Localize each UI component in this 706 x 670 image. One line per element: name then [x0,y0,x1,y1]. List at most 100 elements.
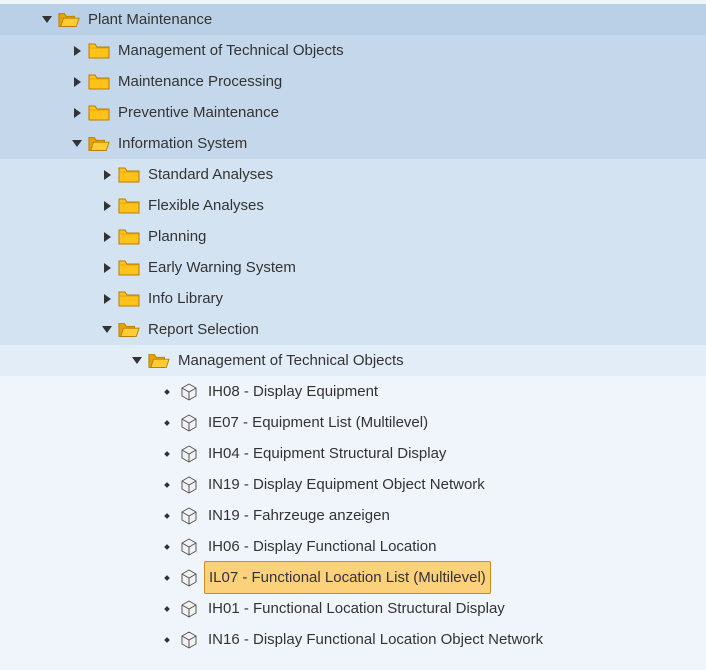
tree-indent [0,97,68,128]
tree-indent [0,500,158,531]
tree-leaf-bullet-icon [158,469,176,500]
tree-indent [0,562,158,593]
tree-indent [0,376,158,407]
tree-node-label: Management of Technical Objects [114,35,348,66]
node-info-library[interactable]: Info Library [0,283,706,314]
node-rs-mgmt-tech-objects[interactable]: Management of Technical Objects [0,345,706,376]
node-information-system[interactable]: Information System [0,128,706,159]
folder-closed-icon [118,257,140,279]
cube-icon [178,536,200,558]
folder-open-icon [88,133,110,155]
folder-closed-icon [118,195,140,217]
node-flexible-analyses[interactable]: Flexible Analyses [0,190,706,221]
tree-expand-icon[interactable] [68,97,86,128]
leaf-il07[interactable]: IL07 - Functional Location List (Multile… [0,562,706,593]
tree-expand-icon[interactable] [98,221,116,252]
tree-indent [0,314,98,345]
tree-node-label: Maintenance Processing [114,66,286,97]
folder-closed-icon [88,71,110,93]
node-report-selection[interactable]: Report Selection [0,314,706,345]
folder-closed-icon [88,102,110,124]
tree-node-label: Management of Technical Objects [174,345,408,376]
leaf-in16[interactable]: IN16 - Display Functional Location Objec… [0,624,706,655]
leaf-ih08[interactable]: IH08 - Display Equipment [0,376,706,407]
tree-indent [0,159,98,190]
cube-icon [178,381,200,403]
tree-collapse-icon[interactable] [68,128,86,159]
folder-closed-icon [88,40,110,62]
tree-leaf-bullet-icon [158,376,176,407]
tree-indent [0,438,158,469]
tree-indent [0,283,98,314]
folder-open-icon [148,350,170,372]
tree-expand-icon[interactable] [98,283,116,314]
folder-closed-icon [118,288,140,310]
leaf-ih01[interactable]: IH01 - Functional Location Structural Di… [0,593,706,624]
tree-node-label: IN19 - Display Equipment Object Network [204,469,489,500]
cube-icon [178,629,200,651]
folder-closed-icon [118,226,140,248]
tree-expand-icon[interactable] [98,190,116,221]
leaf-in19-fahrzeuge[interactable]: IN19 - Fahrzeuge anzeigen [0,500,706,531]
cube-icon [178,443,200,465]
folder-open-icon [118,319,140,341]
tree-node-label: Information System [114,128,251,159]
tree-node-label: Plant Maintenance [84,4,216,35]
tree-leaf-bullet-icon [158,407,176,438]
tree-indent [0,531,158,562]
tree-leaf-bullet-icon [158,500,176,531]
tree-collapse-icon[interactable] [38,4,56,35]
tree-indent [0,66,68,97]
tree-collapse-icon[interactable] [98,314,116,345]
tree-indent [0,128,68,159]
tree-node-label: IN19 - Fahrzeuge anzeigen [204,500,394,531]
tree-node-label: Early Warning System [144,252,300,283]
folder-open-icon [58,9,80,31]
folder-closed-icon [118,164,140,186]
cube-icon [178,474,200,496]
tree-indent [0,221,98,252]
leaf-ih04[interactable]: IH04 - Equipment Structural Display [0,438,706,469]
tree-leaf-bullet-icon [158,593,176,624]
node-planning[interactable]: Planning [0,221,706,252]
tree-node-label: Standard Analyses [144,159,277,190]
node-preventive-maintenance[interactable]: Preventive Maintenance [0,97,706,128]
tree-leaf-bullet-icon [158,438,176,469]
cube-icon [178,412,200,434]
tree-node-label: Report Selection [144,314,263,345]
tree-indent [0,624,158,655]
leaf-ie07[interactable]: IE07 - Equipment List (Multilevel) [0,407,706,438]
tree-node-label: IH08 - Display Equipment [204,376,382,407]
tree-node-label: Planning [144,221,210,252]
tree-expand-icon[interactable] [98,159,116,190]
tree-indent [0,4,38,35]
tree-node-label: IH01 - Functional Location Structural Di… [204,593,509,624]
node-standard-analyses[interactable]: Standard Analyses [0,159,706,190]
node-maintenance-processing[interactable]: Maintenance Processing [0,66,706,97]
tree-indent [0,593,158,624]
cube-icon [178,598,200,620]
tree-node-label: IH06 - Display Functional Location [204,531,440,562]
tree-indent [0,190,98,221]
tree-expand-icon[interactable] [68,66,86,97]
leaf-in19-equip[interactable]: IN19 - Display Equipment Object Network [0,469,706,500]
cube-icon [178,567,200,589]
navigation-tree: Plant MaintenanceManagement of Technical… [0,0,706,655]
node-early-warning-system[interactable]: Early Warning System [0,252,706,283]
tree-node-label: IH04 - Equipment Structural Display [204,438,450,469]
leaf-ih06[interactable]: IH06 - Display Functional Location [0,531,706,562]
tree-collapse-icon[interactable] [128,345,146,376]
tree-expand-icon[interactable] [68,35,86,66]
tree-indent [0,35,68,66]
tree-leaf-bullet-icon [158,562,176,593]
tree-indent [0,252,98,283]
tree-expand-icon[interactable] [98,252,116,283]
tree-node-label: Flexible Analyses [144,190,268,221]
tree-node-label: IE07 - Equipment List (Multilevel) [204,407,432,438]
tree-node-label: IN16 - Display Functional Location Objec… [204,624,547,655]
node-plant-maintenance[interactable]: Plant Maintenance [0,4,706,35]
tree-leaf-bullet-icon [158,531,176,562]
node-mgmt-tech-objects[interactable]: Management of Technical Objects [0,35,706,66]
tree-indent [0,345,128,376]
tree-node-label: Info Library [144,283,227,314]
